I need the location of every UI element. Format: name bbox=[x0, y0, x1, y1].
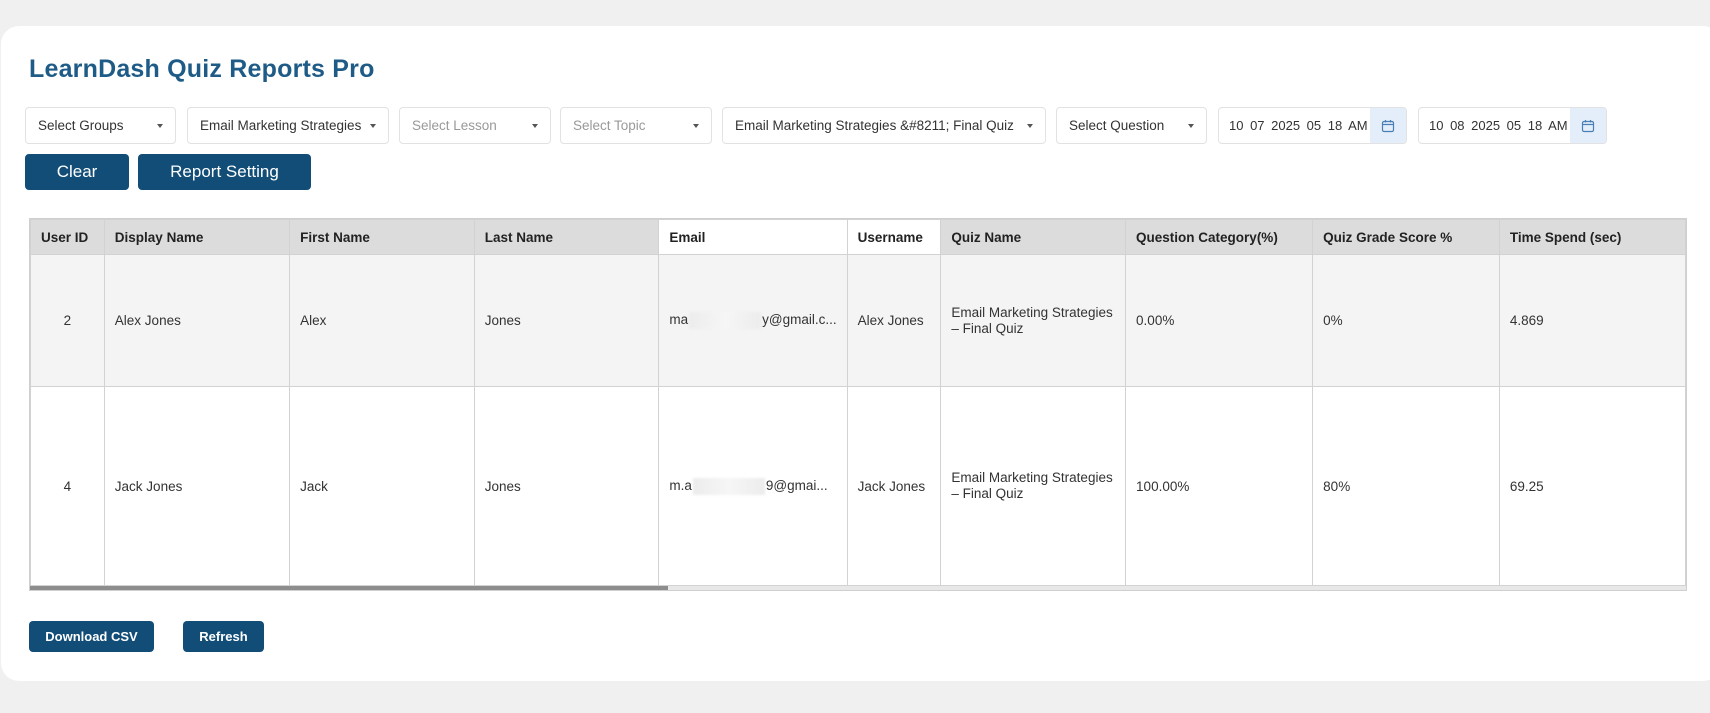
caret-down-icon bbox=[532, 123, 538, 128]
caret-down-icon bbox=[1027, 123, 1033, 128]
date-to-value: 10 08 2025 05 18 AM bbox=[1429, 118, 1568, 133]
cell-time-spend: 69.25 bbox=[1498, 386, 1686, 586]
email-end: y@gmail.c... bbox=[762, 312, 837, 328]
col-header[interactable]: Last Name bbox=[473, 219, 660, 255]
page-title: LearnDash Quiz Reports Pro bbox=[29, 55, 375, 83]
course-select-label: Email Marketing Strategies bbox=[200, 118, 362, 133]
clear-button[interactable]: Clear bbox=[25, 154, 129, 190]
col-header[interactable]: Question Category(%) bbox=[1125, 219, 1314, 255]
groups-select-label: Select Groups bbox=[38, 118, 124, 133]
table-header-row: User ID Display Name First Name Last Nam… bbox=[30, 219, 1686, 255]
cell-quiz-name: Email Marketing Strategies – Final Quiz bbox=[940, 386, 1127, 586]
cell-time-spend: 4.869 bbox=[1498, 254, 1686, 387]
caret-down-icon bbox=[693, 123, 699, 128]
col-header[interactable]: First Name bbox=[289, 219, 475, 255]
refresh-button[interactable]: Refresh bbox=[183, 621, 264, 652]
date-from-value: 10 07 2025 05 18 AM bbox=[1229, 118, 1368, 133]
table-row: 4 Jack Jones Jack Jones m.a 9@gmai... Jac… bbox=[30, 386, 1686, 586]
redacted-text bbox=[689, 312, 762, 329]
report-table: User ID Display Name First Name Last Nam… bbox=[30, 219, 1686, 586]
col-header[interactable]: Email bbox=[658, 219, 848, 255]
email-start: m.a bbox=[669, 477, 692, 493]
cell-email: ma y@gmail.c... bbox=[658, 254, 848, 387]
col-header[interactable]: Quiz Name bbox=[940, 219, 1127, 255]
col-header[interactable]: Time Spend (sec) bbox=[1498, 219, 1686, 255]
topic-select[interactable]: Select Topic bbox=[560, 107, 712, 144]
date-from-field[interactable]: 10 07 2025 05 18 AM bbox=[1218, 107, 1407, 144]
calendar-icon[interactable] bbox=[1370, 108, 1406, 143]
cell-username: Jack Jones bbox=[846, 386, 942, 586]
groups-select[interactable]: Select Groups bbox=[25, 107, 176, 144]
cell-question-category: 0.00% bbox=[1125, 254, 1314, 387]
cell-email: m.a 9@gmai... bbox=[658, 386, 848, 586]
cell-question-category: 100.00% bbox=[1125, 386, 1314, 586]
redacted-text bbox=[692, 477, 765, 495]
cell-first-name: Jack bbox=[289, 386, 475, 586]
cell-grade-score: 80% bbox=[1312, 386, 1500, 586]
cell-last-name: Jones bbox=[473, 254, 660, 387]
cell-username: Alex Jones bbox=[846, 254, 942, 387]
cell-display-name: Jack Jones bbox=[103, 386, 291, 586]
report-table-container: User ID Display Name First Name Last Nam… bbox=[29, 218, 1687, 591]
calendar-icon[interactable] bbox=[1570, 108, 1606, 143]
table-row: 2 Alex Jones Alex Jones ma y@gmail.c... A… bbox=[30, 254, 1686, 387]
col-header[interactable]: Quiz Grade Score % bbox=[1312, 219, 1500, 255]
date-to-field[interactable]: 10 08 2025 05 18 AM bbox=[1418, 107, 1607, 144]
caret-down-icon bbox=[1188, 123, 1194, 128]
cell-last-name: Jones bbox=[473, 386, 660, 586]
question-select[interactable]: Select Question bbox=[1056, 107, 1207, 144]
col-header[interactable]: User ID bbox=[30, 219, 105, 255]
topic-select-label: Select Topic bbox=[573, 118, 646, 133]
download-csv-button[interactable]: Download CSV bbox=[29, 621, 154, 652]
caret-down-icon bbox=[370, 123, 376, 128]
cell-grade-score: 0% bbox=[1312, 254, 1500, 387]
quiz-select[interactable]: Email Marketing Strategies &#8211; Final… bbox=[722, 107, 1046, 144]
col-header[interactable]: Display Name bbox=[103, 219, 291, 255]
email-start: ma bbox=[669, 312, 689, 328]
cell-user-id: 4 bbox=[30, 386, 105, 586]
lesson-select-label: Select Lesson bbox=[412, 118, 497, 133]
cell-first-name: Alex bbox=[289, 254, 475, 387]
col-header[interactable]: Username bbox=[846, 219, 942, 255]
cell-quiz-name: Email Marketing Strategies – Final Quiz bbox=[940, 254, 1127, 387]
lesson-select[interactable]: Select Lesson bbox=[399, 107, 551, 144]
course-select[interactable]: Email Marketing Strategies bbox=[187, 107, 389, 144]
report-setting-button[interactable]: Report Setting bbox=[138, 154, 311, 190]
quiz-select-label: Email Marketing Strategies &#8211; Final… bbox=[735, 118, 1014, 133]
cell-user-id: 2 bbox=[30, 254, 105, 387]
caret-down-icon bbox=[157, 123, 163, 128]
horizontal-scrollbar-thumb[interactable] bbox=[30, 586, 668, 590]
question-select-label: Select Question bbox=[1069, 118, 1165, 133]
email-end: 9@gmai... bbox=[765, 477, 828, 493]
cell-display-name: Alex Jones bbox=[103, 254, 291, 387]
